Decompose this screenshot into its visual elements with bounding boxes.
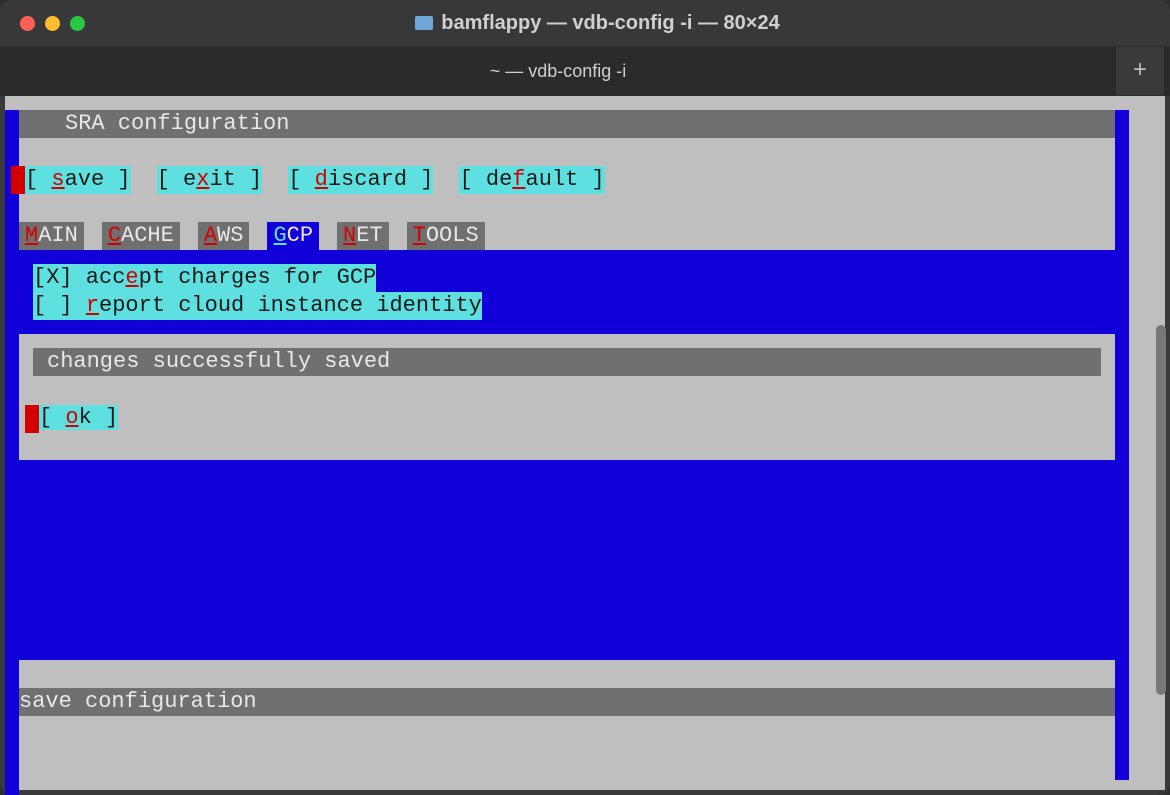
ok-button[interactable]: [ ok ] [39,405,118,430]
scrollbar-thumb[interactable] [1156,325,1166,695]
cursor-marker [25,405,39,433]
tab-gcp[interactable]: GCP [267,222,319,250]
tab-cache[interactable]: CACHE [102,222,180,250]
accept-charges-checkbox[interactable]: [X] accept charges for GCP [33,264,376,292]
window-title-text: bamflappy — vdb-config -i — 80×24 [441,12,779,35]
frame-right [1115,110,1129,780]
window-title: bamflappy — vdb-config -i — 80×24 [85,12,1110,35]
zoom-icon[interactable] [70,16,85,31]
action-button-row: [ save ] [ exit ] [ discard ] [ default … [19,166,1115,194]
save-button[interactable]: [ save ] [25,166,131,194]
report-identity-checkbox[interactable]: [ ] report cloud instance identity [33,292,482,320]
footer-hint: save configuration [19,688,1115,716]
titlebar: bamflappy — vdb-config -i — 80×24 [0,0,1170,46]
tab-net[interactable]: NET [337,222,389,250]
close-icon[interactable] [20,16,35,31]
window-controls [20,16,85,31]
panel-fill [19,460,1115,660]
terminal-window: bamflappy — vdb-config -i — 80×24 ~ — vd… [0,0,1170,795]
tab-bar: ~ — vdb-config -i + [0,46,1170,96]
page-title: SRA configuration [19,110,1115,138]
minimize-icon[interactable] [45,16,60,31]
exit-button[interactable]: [ exit ] [157,166,263,194]
tui-body: SRA configuration [ save ] [ exit ] [ di… [19,96,1115,790]
gcp-panel: [X] accept charges for GCP [ ] report cl… [19,250,1115,334]
default-button[interactable]: [ default ] [459,166,604,194]
tab-aws[interactable]: AWS [198,222,250,250]
tab-main[interactable]: MAIN [19,222,84,250]
new-tab-button[interactable]: + [1116,47,1164,95]
status-message: changes successfully saved [33,348,1101,376]
folder-icon [415,16,433,30]
ok-row: [ ok ] [33,404,1115,432]
discard-button[interactable]: [ discard ] [288,166,433,194]
terminal-content: SRA configuration [ save ] [ exit ] [ di… [5,96,1165,790]
tab-tools[interactable]: TOOLS [407,222,485,250]
cursor-marker [11,166,25,194]
tab-title[interactable]: ~ — vdb-config -i [0,61,1116,82]
frame-left [5,110,19,795]
config-tabs: MAIN CACHE AWS GCP NET TOOLS [19,222,1115,250]
